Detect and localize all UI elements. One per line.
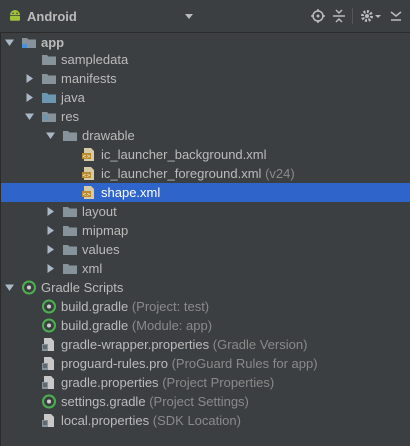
tree-item-settings-gradle[interactable]: settings.gradle (Project Settings) [1,392,410,411]
tree-item-label: mipmap [82,223,129,238]
expanded-arrow-icon[interactable] [25,112,34,121]
tree-item-label: local.properties [61,413,150,428]
tree-item-label: build.gradle [61,299,129,314]
tree-item-ic-launcher-background[interactable]: ic_launcher_background.xml [1,145,410,164]
tree-item-build-gradle-project[interactable]: build.gradle (Project: test) [1,297,410,316]
collapsed-arrow-icon[interactable] [46,264,55,273]
gradle-icon [41,299,57,314]
folder-icon [62,242,78,257]
properties-file-icon [41,375,57,390]
tree-item-ic-launcher-foreground[interactable]: ic_launcher_foreground.xml (v24) [1,164,410,183]
tree-item-label: ic_launcher_foreground.xml [101,166,262,181]
hide-panel-icon[interactable] [388,8,404,24]
tree-item-label: drawable [82,128,135,143]
gradle-icon [21,280,37,295]
tree-item-label: proguard-rules.pro [61,356,168,371]
tree-item-label: Gradle Scripts [41,280,124,295]
tree-item-label: gradle-wrapper.properties [61,337,210,352]
tree-item-mipmap[interactable]: mipmap [1,221,410,240]
xml-file-icon [81,166,97,181]
xml-file-icon [81,147,97,162]
tree-item-layout[interactable]: layout [1,202,410,221]
properties-file-icon [41,356,57,371]
tree-item-label: layout [82,204,117,219]
tree-item-label-group: proguard-rules.pro (ProGuard Rules for a… [61,354,318,373]
tree-item-label: shape.xml [101,185,161,200]
tree-item-gradle-properties[interactable]: gradle.properties (Project Properties) [1,373,410,392]
target-icon[interactable] [310,8,326,24]
project-tree: app sampledata manifests java res drawab… [0,33,410,446]
folder-icon [62,261,78,276]
gradle-icon [41,318,57,333]
tree-item-res[interactable]: res [1,107,410,126]
tree-item-label: values [82,242,120,257]
expanded-arrow-icon[interactable] [5,38,14,47]
tree-item-label: java [61,90,85,105]
tree-item-label: settings.gradle [61,394,146,409]
tree-item-label: gradle.properties [61,375,159,390]
tree-item-hint: (Gradle Version) [212,337,308,352]
collapsed-arrow-icon[interactable] [46,245,55,254]
tree-item-label: manifests [61,71,117,86]
tree-item-drawable[interactable]: drawable [1,126,410,145]
tree-item-label-group: gradle.properties (Project Properties) [61,373,274,392]
gear-icon[interactable] [359,8,375,24]
tree-item-label-group: settings.gradle (Project Settings) [61,392,249,411]
tree-item-hint: (Project: test) [131,299,210,314]
chevron-down-icon[interactable] [184,12,194,20]
tree-item-label: sampledata [61,52,129,67]
tree-item-label: build.gradle [61,318,129,333]
tree-item-label-group: local.properties (SDK Location) [61,411,241,430]
tree-item-label-group: gradle-wrapper.properties (Gradle Versio… [61,335,307,354]
tree-item-hint: (SDK Location) [152,413,241,428]
tree-item-local-properties[interactable]: local.properties (SDK Location) [1,411,410,430]
expanded-arrow-icon[interactable] [46,131,55,140]
folder-icon [62,223,78,238]
collapsed-arrow-icon[interactable] [25,93,34,102]
tree-item-label: ic_launcher_background.xml [101,147,267,162]
tree-item-hint: (Module: app) [131,318,213,333]
expanded-arrow-icon[interactable] [5,283,14,292]
tree-item-label-group: build.gradle (Project: test) [61,297,209,316]
gear-dropdown-icon[interactable] [374,8,382,24]
properties-file-icon [41,337,57,352]
tree-item-shape-xml[interactable]: shape.xml [1,183,410,202]
tree-item-label: xml [82,261,103,276]
tree-item-values[interactable]: values [1,240,410,259]
collapsed-arrow-icon[interactable] [46,226,55,235]
gradle-icon [41,394,57,409]
source-folder-icon [41,90,57,105]
tree-item-hint: (Project Settings) [149,394,249,409]
tree-item-proguard-rules[interactable]: proguard-rules.pro (ProGuard Rules for a… [1,354,410,373]
tree-item-xml[interactable]: xml [1,259,410,278]
folder-icon [62,204,78,219]
module-icon [21,35,37,50]
project-toolbar: Android [0,0,410,33]
tree-item-build-gradle-module[interactable]: build.gradle (Module: app) [1,316,410,335]
tree-item-gradle-wrapper[interactable]: gradle-wrapper.properties (Gradle Versio… [1,335,410,354]
tree-item-manifests[interactable]: manifests [1,69,410,88]
properties-file-icon [41,413,57,428]
tree-item-label: res [61,109,80,124]
collapsed-arrow-icon[interactable] [46,207,55,216]
folder-icon [62,128,78,143]
resource-folder-icon [41,109,57,124]
android-icon [10,10,20,21]
xml-file-icon [81,185,97,200]
tree-item-java[interactable]: java [1,88,410,107]
tree-item-label-group: build.gradle (Module: app) [61,316,212,335]
toolbar-separator [352,8,353,24]
tree-item-hint: (v24) [265,166,295,181]
tree-item-hint: (Project Properties) [162,375,275,390]
view-selector-label[interactable]: Android [27,9,77,24]
tree-item-gradle-scripts[interactable]: Gradle Scripts [1,278,410,297]
tree-item-sampledata[interactable]: sampledata [1,50,410,69]
folder-icon [41,71,57,86]
collapse-all-icon[interactable] [331,8,347,24]
tree-item-hint: (ProGuard Rules for app) [171,356,318,371]
collapsed-arrow-icon[interactable] [25,74,34,83]
tree-item-label-group: ic_launcher_foreground.xml (v24) [101,164,295,183]
folder-icon [41,52,57,67]
